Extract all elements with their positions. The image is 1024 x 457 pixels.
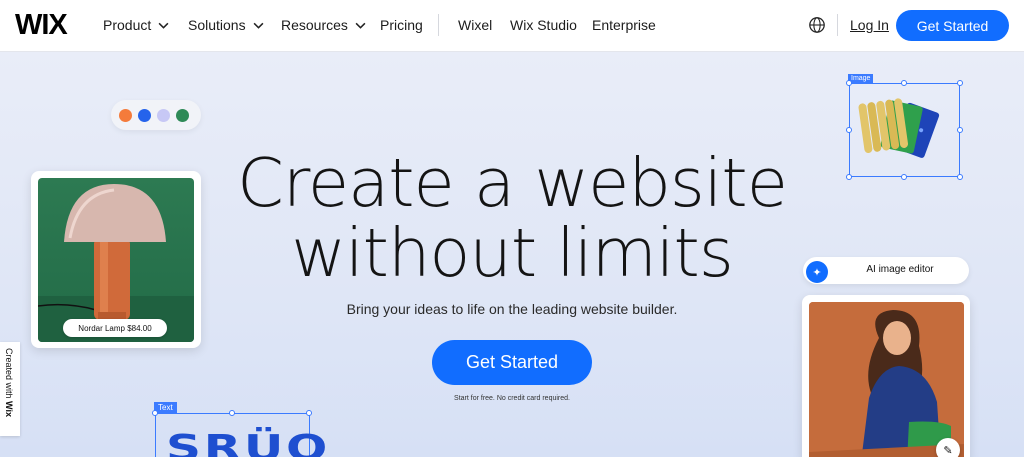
resize-handle[interactable] xyxy=(846,80,852,86)
swatch-lavender xyxy=(157,108,170,122)
created-with-wix-label: Created with Wix xyxy=(4,348,14,417)
nav-pricing[interactable]: Pricing xyxy=(380,17,423,33)
sparkle-icon: ✦ xyxy=(806,261,828,283)
login-link[interactable]: Log In xyxy=(850,17,889,33)
3d-shapes-image xyxy=(858,98,940,158)
resize-handle[interactable] xyxy=(229,410,235,416)
woman-photo xyxy=(809,302,964,457)
top-navbar: WIX Product Solutions Resources Pricing … xyxy=(0,0,1024,52)
resize-handle[interactable] xyxy=(152,410,158,416)
stylized-text-art: SRÜO xyxy=(166,428,331,457)
swatch-orange xyxy=(119,108,132,122)
nav-resources-label: Resources xyxy=(281,17,348,33)
edit-pencil-icon[interactable]: ✎ xyxy=(936,438,960,457)
resize-handle[interactable] xyxy=(957,127,963,133)
photo-card xyxy=(802,295,970,457)
nav-divider xyxy=(837,14,838,36)
nav-solutions[interactable]: Solutions xyxy=(188,17,264,33)
nav-wix-studio[interactable]: Wix Studio xyxy=(510,17,577,33)
product-price-label: Nordar Lamp $84.00 xyxy=(63,319,167,337)
image-selection-box[interactable] xyxy=(849,83,960,177)
nav-divider xyxy=(438,14,439,36)
resize-handle[interactable] xyxy=(306,410,312,416)
resize-handle[interactable] xyxy=(901,174,907,180)
nav-product-label: Product xyxy=(103,17,152,33)
nav-product[interactable]: Product xyxy=(103,17,169,33)
chevron-down-icon xyxy=(355,22,366,29)
swatch-blue xyxy=(138,108,151,122)
nav-enterprise[interactable]: Enterprise xyxy=(592,17,656,33)
get-started-nav-button[interactable]: Get Started xyxy=(896,10,1009,41)
nav-pricing-label: Pricing xyxy=(380,17,423,33)
nav-wixel[interactable]: Wixel xyxy=(458,17,492,33)
resize-handle[interactable] xyxy=(901,80,907,86)
chevron-down-icon xyxy=(253,22,264,29)
resize-handle[interactable] xyxy=(957,80,963,86)
chevron-down-icon xyxy=(158,22,169,29)
ai-image-editor-label: AI image editor xyxy=(866,264,934,275)
swatch-green xyxy=(176,108,189,122)
resize-handle[interactable] xyxy=(846,127,852,133)
resize-handle[interactable] xyxy=(957,174,963,180)
get-started-hero-button[interactable]: Get Started xyxy=(432,340,592,385)
resize-handle[interactable] xyxy=(846,174,852,180)
wix-logo[interactable]: WIX xyxy=(15,9,68,42)
nav-resources[interactable]: Resources xyxy=(281,17,366,33)
color-swatches xyxy=(111,100,201,130)
globe-icon[interactable] xyxy=(808,16,826,34)
nav-solutions-label: Solutions xyxy=(188,17,246,33)
